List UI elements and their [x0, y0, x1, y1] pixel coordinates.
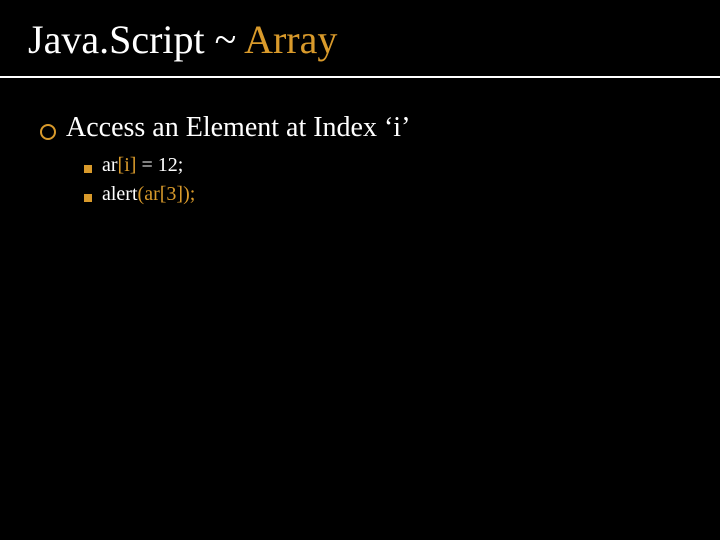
code-token: = 12;	[136, 154, 183, 176]
title-part1: Java.	[28, 17, 109, 62]
code-highlight: ar[3]	[144, 183, 183, 205]
title-separator: ~	[205, 17, 244, 62]
list-item: alert(ar[3]);	[84, 183, 680, 206]
title-topic: Array	[244, 17, 337, 62]
circle-bullet-icon	[40, 124, 56, 140]
code-paren-close: );	[183, 183, 195, 205]
sub-list: ar[i] = 12; alert(ar[3]);	[40, 154, 680, 206]
title-part2: Script	[109, 17, 205, 62]
square-bullet-icon	[84, 194, 92, 202]
code-token: alert	[102, 183, 138, 205]
list-item: ar[i] = 12;	[84, 154, 680, 177]
list-item: Access an Element at Index ‘i’	[40, 112, 680, 144]
code-token: ar	[102, 154, 118, 176]
code-highlight: [i]	[118, 154, 137, 176]
slide-title: Java.Script ~ Array	[28, 18, 692, 62]
square-bullet-icon	[84, 165, 92, 173]
code-line: ar[i] = 12;	[102, 154, 183, 177]
list-item-text: Access an Element at Index ‘i’	[66, 112, 410, 144]
slide: Java.Script ~ Array Access an Element at…	[0, 0, 720, 540]
slide-content: Access an Element at Index ‘i’ ar[i] = 1…	[0, 78, 720, 206]
code-line: alert(ar[3]);	[102, 183, 195, 206]
title-area: Java.Script ~ Array	[0, 0, 720, 78]
